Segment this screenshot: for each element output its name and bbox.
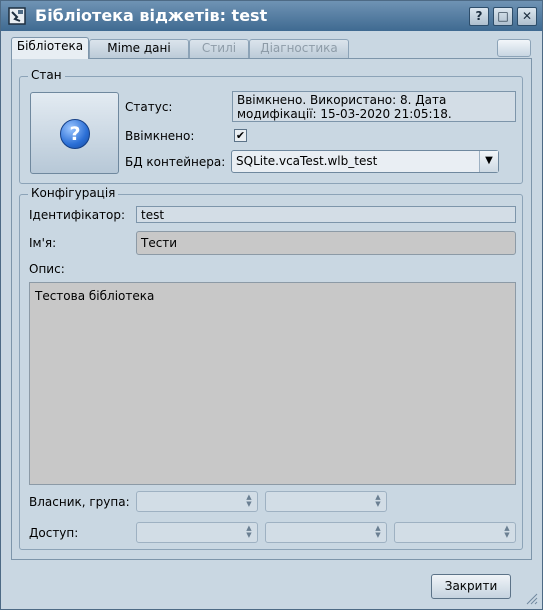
spin-arrows-icon: ▲ ▼ (375, 524, 381, 539)
tab-mime-data[interactable]: Mime дані (89, 39, 189, 58)
tab-panel-library: Стан ? Статус: Ввімкнено. Використано: 8… (11, 58, 532, 560)
chevron-down-icon: ▼ (479, 151, 498, 172)
db-container-value: SQLite.vcaTest.wlb_test (236, 154, 378, 168)
help-button[interactable]: ? (469, 7, 489, 26)
db-container-select[interactable]: SQLite.vcaTest.wlb_test ▼ (231, 150, 499, 173)
dialog-window: Бібліотека віджетів: test ? □ ✕ Бібліоте… (0, 0, 543, 610)
desc-label: Опис: (29, 262, 65, 276)
name-label: Ім'я: (29, 236, 57, 250)
db-container-label: БД контейнера: (125, 155, 226, 169)
state-group-title: Стан (28, 68, 65, 82)
spin-arrows-icon: ▲ ▼ (246, 524, 252, 539)
resize-grip-icon[interactable] (524, 591, 538, 605)
tab-bar: Бібліотека Mime дані Стилі Діагностика (11, 37, 531, 59)
owner-select[interactable]: ▲ ▼ (136, 491, 258, 512)
access-group-select[interactable]: ▲ ▼ (265, 522, 387, 543)
name-input[interactable]: Тести (136, 231, 516, 255)
tab-styles: Стилі (189, 39, 249, 58)
spin-arrows-icon: ▲ ▼ (246, 493, 252, 508)
id-label: Ідентифікатор: (29, 208, 126, 222)
enabled-label: Ввімкнено: (125, 129, 195, 143)
status-value: Ввімкнено. Використано: 8. Дата модифіка… (232, 91, 516, 122)
library-icon-button[interactable]: ? (30, 92, 119, 174)
title-bar[interactable]: Бібліотека віджетів: test ? □ ✕ (1, 1, 542, 31)
enabled-checkbox[interactable]: ✔ (234, 129, 247, 142)
spin-arrows-icon: ▲ ▼ (504, 524, 510, 539)
close-window-button[interactable]: ✕ (517, 7, 537, 26)
config-group-title: Конфігурація (28, 186, 119, 200)
tab-diagnostics: Діагностика (249, 39, 349, 58)
tab-corner-book-icon (497, 39, 531, 57)
app-icon (8, 7, 26, 25)
access-label: Доступ: (29, 526, 79, 540)
access-user-select[interactable]: ▲ ▼ (136, 522, 258, 543)
question-icon: ? (60, 119, 90, 149)
access-other-select[interactable]: ▲ ▼ (394, 522, 516, 543)
tab-library[interactable]: Бібліотека (11, 37, 89, 59)
window-title: Бібліотека віджетів: test (35, 6, 268, 25)
maximize-button[interactable]: □ (493, 7, 513, 26)
status-label: Статус: (125, 100, 173, 114)
close-button[interactable]: Закрити (431, 574, 511, 599)
owner-group-label: Власник, група: (29, 495, 130, 509)
id-value: test (136, 206, 516, 223)
group-select[interactable]: ▲ ▼ (265, 491, 387, 512)
desc-textarea[interactable]: Тестова бібліотека (29, 282, 516, 485)
spin-arrows-icon: ▲ ▼ (375, 493, 381, 508)
